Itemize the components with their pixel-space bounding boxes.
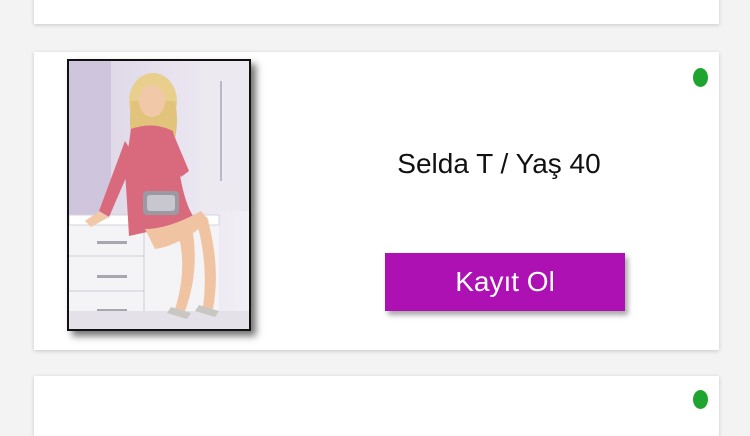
profile-photo[interactable] [67, 59, 251, 331]
register-button[interactable]: Kayıt Ol [385, 253, 625, 311]
next-profile-card [34, 376, 719, 436]
profile-name-age: Selda T / Yaş 40 [397, 148, 601, 179]
online-status-icon [693, 68, 708, 87]
profile-photo-image [69, 61, 249, 329]
profile-card: Selda T / Yaş 40 Kayıt Ol [34, 52, 719, 350]
previous-profile-card [34, 0, 719, 24]
